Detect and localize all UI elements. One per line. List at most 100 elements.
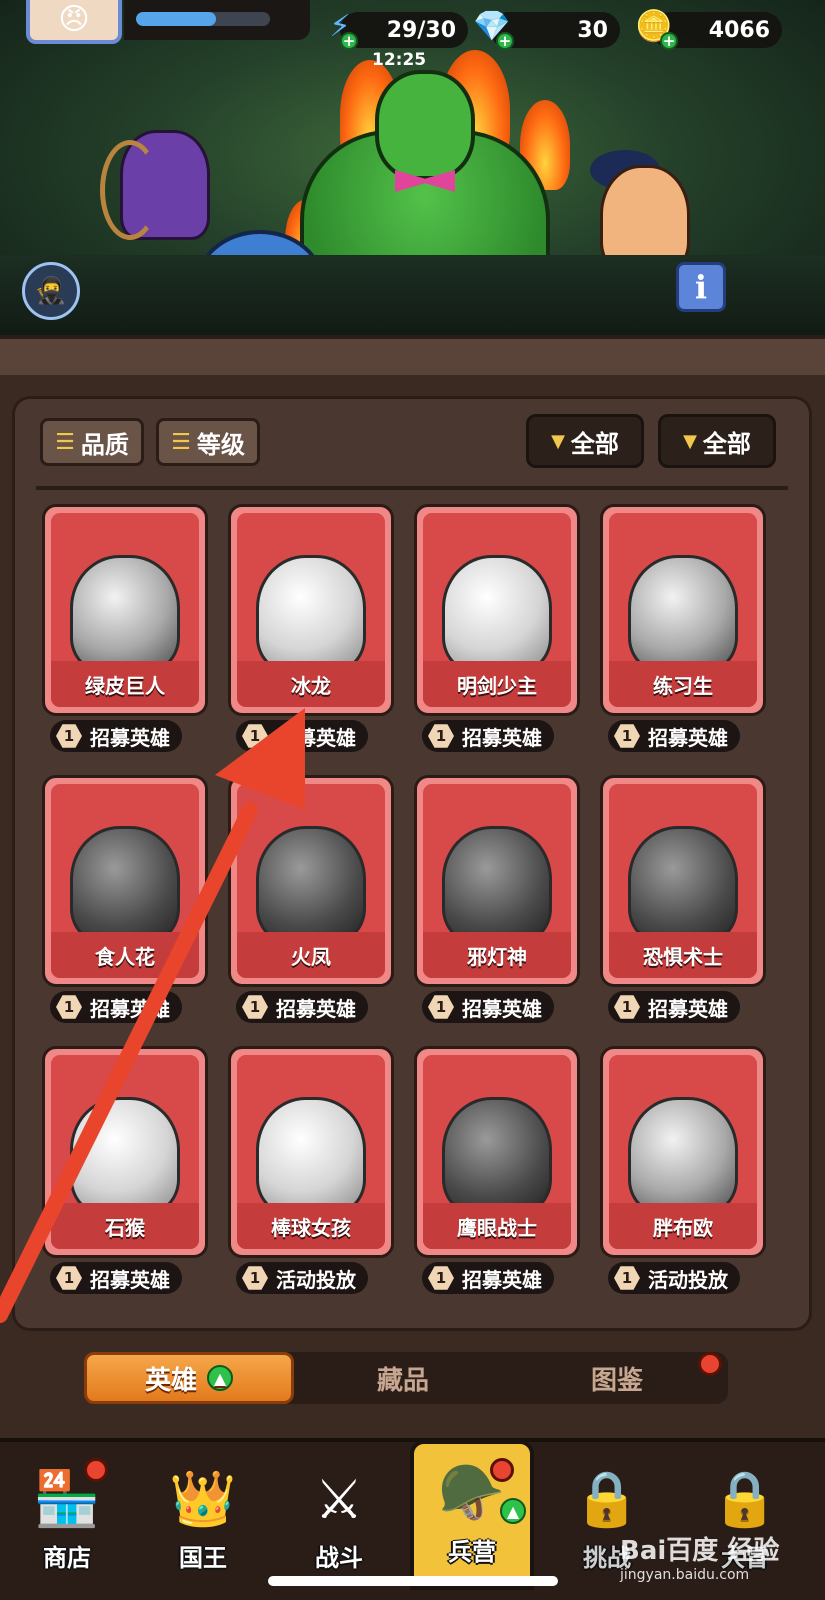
hero-card[interactable]: 食人花 xyxy=(42,775,208,987)
hero-status-label: 招募英雄 xyxy=(90,1267,170,1292)
hero-status-tag: 1 招募英雄 xyxy=(236,720,368,752)
sort-level-button[interactable]: ☰ 等级 xyxy=(156,418,260,466)
hero-status-label: 招募英雄 xyxy=(462,1267,542,1292)
hero-card[interactable]: 棒球女孩 xyxy=(228,1046,394,1258)
add-gems-icon[interactable]: + xyxy=(496,32,514,50)
home-indicator[interactable] xyxy=(268,1576,558,1586)
xp-progress-bar xyxy=(136,12,270,26)
sort-quality-button[interactable]: ☰ 品质 xyxy=(40,418,144,466)
hero-portrait xyxy=(256,554,366,673)
hero-status-tag: 1 招募英雄 xyxy=(422,720,554,752)
hero-name: 绿皮巨人 xyxy=(51,661,199,707)
hero-portrait-button[interactable]: 🥷 xyxy=(22,262,80,320)
hero-card[interactable]: 鹰眼战士 xyxy=(414,1046,580,1258)
hero-name: 练习生 xyxy=(609,661,757,707)
dropdown-triangle-icon: ▼ xyxy=(683,430,697,452)
nav-battle-label: 战斗 xyxy=(315,1544,363,1572)
filter-dropdown-2[interactable]: ▼ 全部 xyxy=(658,414,776,468)
collection-subtabs: 英雄 ▲ 藏品 图鉴 xyxy=(84,1352,728,1404)
hero-name: 食人花 xyxy=(51,932,199,978)
hero-count-badge: 1 xyxy=(242,724,268,748)
hero-status-label: 招募英雄 xyxy=(90,725,170,750)
hero-card[interactable]: 胖布欧 xyxy=(600,1046,766,1258)
hero-count-badge: 1 xyxy=(428,1266,454,1290)
tab-collection-label: 藏品 xyxy=(376,1365,429,1396)
crown-icon: 👑 xyxy=(169,1467,237,1530)
hero-count-badge: 1 xyxy=(56,1266,82,1290)
hero-count-badge: 1 xyxy=(614,995,640,1019)
hero-name: 棒球女孩 xyxy=(237,1203,385,1249)
hero-count-badge: 1 xyxy=(428,724,454,748)
sort-icon: ☰ xyxy=(55,429,75,455)
hero-card[interactable]: 冰龙 xyxy=(228,504,394,716)
energy-value: 29/30 xyxy=(386,17,456,43)
hero-status-tag: 1 招募英雄 xyxy=(422,991,554,1023)
hero-card[interactable]: 恐惧术士 xyxy=(600,775,766,987)
hero-status-label: 招募英雄 xyxy=(276,996,356,1021)
tab-heroes[interactable]: 英雄 ▲ xyxy=(84,1352,294,1404)
panel-divider xyxy=(36,486,788,490)
hero-status-tag: 1 招募英雄 xyxy=(50,1262,182,1294)
player-avatar[interactable]: 😠 xyxy=(26,0,122,44)
hero-card[interactable]: 石猴 xyxy=(42,1046,208,1258)
hero-portrait xyxy=(442,1096,552,1215)
green-giant-head xyxy=(375,70,475,180)
hero-status-label: 招募英雄 xyxy=(648,725,728,750)
hero-portrait xyxy=(70,1096,180,1215)
nav-shop-label: 商店 xyxy=(43,1544,91,1572)
hero-status-tag: 1 招募英雄 xyxy=(422,1262,554,1294)
hero-portrait xyxy=(256,825,366,944)
info-button[interactable]: i xyxy=(676,262,726,312)
hero-count-badge: 1 xyxy=(614,724,640,748)
hero-portrait xyxy=(70,825,180,944)
lock-icon: 🔒 xyxy=(711,1467,779,1530)
tab-collection[interactable]: 藏品 xyxy=(298,1352,508,1404)
nav-king[interactable]: 👑 国王 xyxy=(148,1450,258,1600)
hero-status-label: 招募英雄 xyxy=(462,725,542,750)
panel-ledge xyxy=(0,335,825,375)
hero-name: 胖布欧 xyxy=(609,1203,757,1249)
gem-value: 30 xyxy=(577,17,608,43)
hero-portrait xyxy=(442,825,552,944)
hero-count-badge: 1 xyxy=(614,1266,640,1290)
notification-dot xyxy=(84,1458,108,1482)
hero-portrait xyxy=(442,554,552,673)
hero-status-label: 招募英雄 xyxy=(648,996,728,1021)
filter-dropdown-1-label: 全部 xyxy=(570,429,619,458)
hero-card[interactable]: 邪灯神 xyxy=(414,775,580,987)
hero-status-tag: 1 招募英雄 xyxy=(236,991,368,1023)
xp-progress-fill xyxy=(136,12,217,26)
hero-status-tag: 1 招募英雄 xyxy=(608,991,740,1023)
hero-status-label: 活动投放 xyxy=(276,1267,356,1292)
nav-barracks-label: 兵营 xyxy=(448,1538,496,1566)
sort-quality-label: 品质 xyxy=(80,430,129,459)
hero-portrait xyxy=(256,1096,366,1215)
watermark-brand: Bai百度 经验 xyxy=(620,1536,780,1566)
tab-codex[interactable]: 图鉴 xyxy=(512,1352,722,1404)
hero-status-tag: 1 活动投放 xyxy=(236,1262,368,1294)
hero-card[interactable]: 练习生 xyxy=(600,504,766,716)
hero-name: 邪灯神 xyxy=(423,932,571,978)
tab-heroes-label: 英雄 xyxy=(144,1365,197,1396)
gold-value: 4066 xyxy=(708,17,770,43)
add-gold-icon[interactable]: + xyxy=(660,32,678,50)
energy-timer: 12:25 xyxy=(372,50,427,70)
hero-status-label: 招募英雄 xyxy=(462,996,542,1021)
hero-status-label: 招募英雄 xyxy=(90,996,170,1021)
hero-status-tag: 1 招募英雄 xyxy=(50,991,182,1023)
hero-name: 冰龙 xyxy=(237,661,385,707)
add-energy-icon[interactable]: + xyxy=(340,32,358,50)
upgrade-arrow-icon: ▲ xyxy=(500,1498,526,1524)
hero-portrait xyxy=(70,554,180,673)
filter-dropdown-1[interactable]: ▼ 全部 xyxy=(526,414,644,468)
nav-king-label: 国王 xyxy=(179,1544,227,1572)
hero-name: 火凤 xyxy=(237,932,385,978)
dropdown-triangle-icon: ▼ xyxy=(551,430,565,452)
hero-status-label: 活动投放 xyxy=(648,1267,728,1292)
hero-card[interactable]: 明剑少主 xyxy=(414,504,580,716)
hero-portrait xyxy=(628,554,738,673)
crossed-swords-icon: ⚔ xyxy=(314,1467,364,1531)
hero-card[interactable]: 绿皮巨人 xyxy=(42,504,208,716)
hero-card[interactable]: 火凤 xyxy=(228,775,394,987)
hero-status-tag: 1 招募英雄 xyxy=(608,720,740,752)
